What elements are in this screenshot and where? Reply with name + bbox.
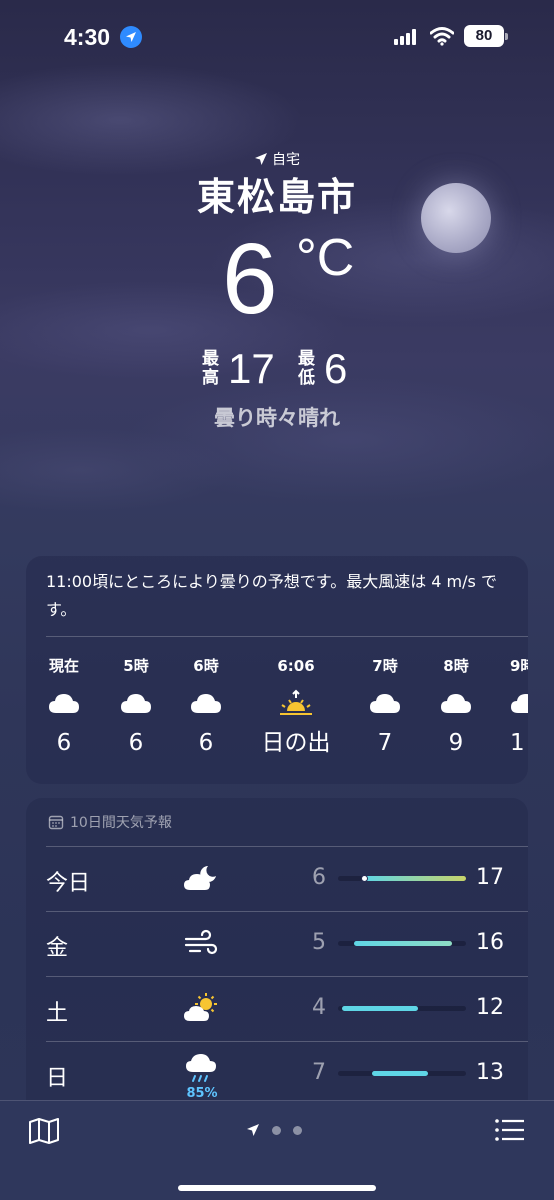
ten-day-forecast-card[interactable]: 10日間天気予報 今日 6 17 金 5 16 土 4 12 日 85% 7 1… xyxy=(26,798,528,1118)
calendar-icon xyxy=(48,815,64,830)
forecast-summary: 11:00頃にところにより曇りの予想です。最大風速は 4 m/s です。 xyxy=(46,572,497,619)
hour-item: 現在 6 xyxy=(29,654,99,758)
bottom-toolbar xyxy=(0,1100,554,1200)
home-location-label: 自宅 xyxy=(0,148,554,170)
precipitation-chance: 85% xyxy=(186,1086,218,1101)
high-label: 最高 xyxy=(202,349,219,388)
temperature-unit: °C xyxy=(296,229,355,287)
page-indicator[interactable] xyxy=(246,1123,302,1137)
day-row-today[interactable]: 今日 6 17 xyxy=(26,847,528,911)
hour-item: 7時 7 xyxy=(350,654,420,758)
temperature-range-bar xyxy=(338,941,466,946)
hour-item: 6時 6 xyxy=(171,654,241,758)
status-time: 4:30 xyxy=(64,24,111,50)
cloud-icon xyxy=(101,678,171,728)
cloud-icon xyxy=(510,678,528,728)
map-icon[interactable] xyxy=(28,1117,60,1145)
condition-text: 曇り時々晴れ xyxy=(214,406,340,430)
card-divider xyxy=(46,636,528,637)
day-row-sat[interactable]: 土 4 12 xyxy=(26,977,528,1041)
ten-day-header: 10日間天気予報 xyxy=(48,812,172,832)
high-low: 最高 17 最低 6 xyxy=(0,346,554,396)
current-location-page-icon xyxy=(247,1124,259,1136)
wifi-icon xyxy=(429,26,455,46)
high-temperature: 17 xyxy=(228,345,275,392)
day-row-fri[interactable]: 金 5 16 xyxy=(26,912,528,976)
cellular-signal-icon xyxy=(394,29,420,45)
cloud-icon xyxy=(29,678,99,728)
page-dot xyxy=(272,1125,281,1135)
location-arrow-icon xyxy=(255,153,267,165)
status-bar: 4:30 80 xyxy=(0,0,554,70)
low-temperature: 6 xyxy=(324,345,348,392)
cloud-moon-icon xyxy=(182,857,222,901)
hour-item: 8時 9 xyxy=(421,654,491,758)
location-services-icon xyxy=(120,26,142,48)
city-name: 東松島市 xyxy=(196,175,357,219)
battery-indicator: 80 xyxy=(464,25,508,47)
current-temp-dot xyxy=(361,875,368,882)
sunrise-icon xyxy=(248,678,344,728)
wind-icon xyxy=(182,922,222,966)
home-indicator[interactable] xyxy=(178,1185,376,1191)
hour-item: 9時 1 xyxy=(492,654,528,758)
low-label: 最低 xyxy=(298,349,315,388)
hour-item-sunrise: 6:06 日の出 xyxy=(248,654,344,758)
list-icon[interactable] xyxy=(494,1117,526,1143)
day-row-sun[interactable]: 日 85% 7 13 xyxy=(26,1042,528,1106)
hourly-forecast-card[interactable]: 11:00頃にところにより曇りの予想です。最大風速は 4 m/s です。 現在 … xyxy=(26,556,528,784)
cloud-icon xyxy=(171,678,241,728)
temperature-range-bar xyxy=(338,1071,466,1076)
temperature-range-bar xyxy=(338,875,466,882)
cloud-icon xyxy=(421,678,491,728)
home-label-text: 自宅 xyxy=(272,152,300,168)
current-temperature: 6 xyxy=(222,223,278,335)
current-weather: 自宅 東松島市 6 °C xyxy=(0,148,554,334)
cloud-sun-icon xyxy=(182,987,222,1031)
hour-item: 5時 6 xyxy=(101,654,171,758)
temperature-range-bar xyxy=(338,1006,466,1011)
page-dot xyxy=(293,1125,302,1135)
cloud-icon xyxy=(350,678,420,728)
